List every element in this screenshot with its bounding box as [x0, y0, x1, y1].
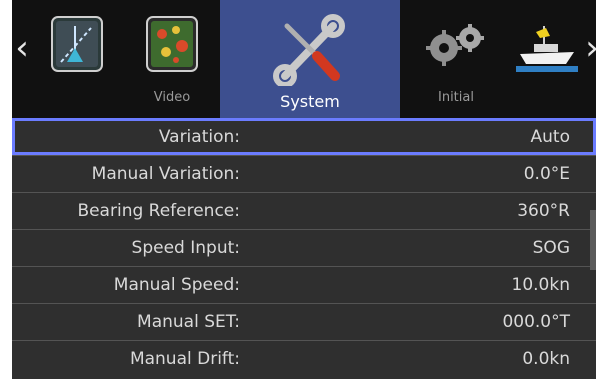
plotter-icon — [51, 16, 103, 76]
tab-label-initial: Initial — [438, 90, 474, 105]
setting-label: Manual SET: — [137, 312, 240, 332]
setting-row-variation[interactable]: Variation: Auto — [12, 118, 596, 155]
setting-label: Manual Drift: — [129, 349, 240, 369]
video-icon — [146, 16, 198, 76]
setting-label: Bearing Reference: — [77, 201, 240, 221]
setting-row-bearing-reference[interactable]: Bearing Reference: 360°R — [12, 192, 596, 229]
gears-icon — [424, 24, 488, 72]
tab-video[interactable]: Video — [124, 0, 220, 118]
setting-value: 000.0°T — [502, 312, 570, 332]
setting-value: 0.0kn — [522, 349, 570, 369]
tab-bar: ‹ Video System Initial — [12, 0, 596, 118]
scroll-right-icon[interactable]: › — [584, 28, 596, 68]
setting-value: SOG — [532, 238, 570, 258]
tab-initial[interactable]: Initial — [400, 0, 512, 118]
setting-row-manual-speed[interactable]: Manual Speed: 10.0kn — [12, 266, 596, 303]
setting-row-manual-drift[interactable]: Manual Drift: 0.0kn — [12, 340, 596, 377]
tab-system[interactable]: System — [220, 0, 400, 118]
setting-row-speed-input[interactable]: Speed Input: SOG — [12, 229, 596, 266]
setting-row-manual-variation[interactable]: Manual Variation: 0.0°E — [12, 155, 596, 192]
setting-value: Auto — [530, 127, 570, 147]
scrollbar[interactable] — [590, 210, 596, 270]
setting-label: Speed Input: — [131, 238, 240, 258]
tab-label-system: System — [280, 92, 340, 111]
tab-label-video: Video — [153, 90, 191, 105]
wrench-screwdriver-icon — [273, 14, 347, 90]
setting-label: Manual Speed: — [113, 275, 240, 295]
tab-plotter[interactable] — [30, 0, 124, 118]
setting-value: 360°R — [517, 201, 570, 221]
tab-boat[interactable] — [512, 0, 582, 118]
setting-value: 10.0kn — [511, 275, 570, 295]
boat-icon — [516, 22, 578, 78]
setting-row-manual-set[interactable]: Manual SET: 000.0°T — [12, 303, 596, 340]
scroll-left-icon[interactable]: ‹ — [14, 28, 30, 68]
settings-panel: ‹ Video System Initial Variation: Auto M… — [12, 0, 596, 379]
setting-label: Manual Variation: — [91, 164, 240, 184]
setting-label: Variation: — [158, 127, 240, 147]
setting-value: 0.0°E — [523, 164, 570, 184]
